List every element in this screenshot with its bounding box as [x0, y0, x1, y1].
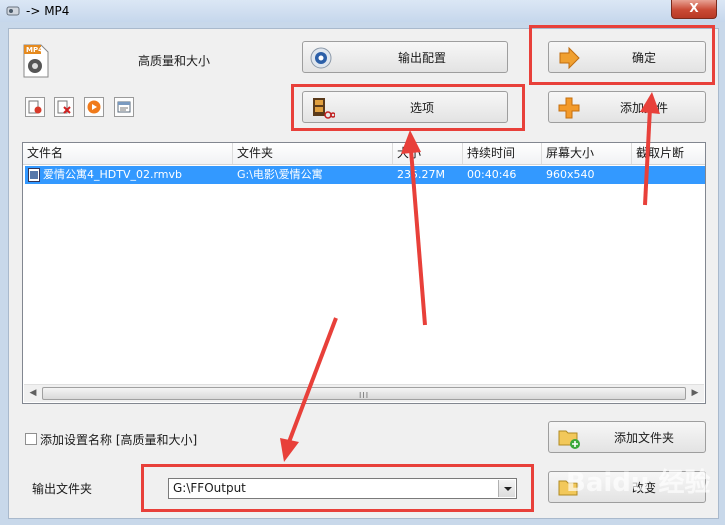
output-folder-value: G:\FFOutput — [173, 481, 246, 495]
add-file-button[interactable]: 添加文件 — [548, 91, 706, 123]
file-list[interactable]: 文件名 文件夹 大小 持续时间 屏幕大小 截取片断 爱情公寓4_HDTV_02.… — [22, 142, 706, 404]
cell-clip — [636, 166, 704, 184]
svg-text:MP4: MP4 — [26, 46, 43, 54]
output-folder-label: 输出文件夹 — [32, 482, 93, 496]
ok-button[interactable]: 确定 — [548, 41, 706, 73]
scrollbar-thumb[interactable]: III — [42, 387, 686, 400]
clear-doc-icon — [28, 100, 42, 114]
plus-icon — [558, 97, 580, 119]
file-list-header: 文件名 文件夹 大小 持续时间 屏幕大小 截取片断 — [23, 143, 705, 165]
info-window-icon — [117, 101, 131, 113]
add-folder-icon — [558, 430, 580, 449]
cell-folder: G:\电影\爱情公寓 — [237, 168, 323, 181]
output-config-button[interactable]: 输出配置 — [302, 41, 508, 73]
app-icon — [6, 6, 20, 16]
scroll-left-icon[interactable]: ◀ — [26, 387, 40, 400]
table-row[interactable]: 爱情公寓4_HDTV_02.rmvb G:\电影\爱情公寓 235.27M 00… — [25, 166, 705, 184]
gear-icon — [310, 47, 332, 69]
film-scissors-icon — [313, 98, 335, 119]
column-header-screen-size[interactable]: 屏幕大小 — [542, 143, 632, 164]
window-title: -> MP4 — [26, 4, 70, 18]
horizontal-scrollbar[interactable]: ◀ III ▶ — [24, 384, 704, 402]
play-icon — [87, 100, 101, 114]
scroll-right-icon[interactable]: ▶ — [688, 387, 702, 400]
options-button[interactable]: 选项 — [302, 91, 508, 123]
remove-doc-icon — [57, 100, 71, 114]
add-folder-button[interactable]: 添加文件夹 — [548, 421, 706, 453]
column-header-clip[interactable]: 截取片断 — [632, 143, 705, 164]
cell-size: 235.27M — [397, 168, 445, 181]
video-file-icon — [28, 168, 40, 182]
mp4-preset-icon: MP4 — [23, 44, 49, 78]
scroll-grip: III — [359, 391, 370, 400]
close-button[interactable]: X — [671, 0, 717, 19]
remove-file-button[interactable] — [54, 97, 74, 117]
chevron-down-icon[interactable] — [498, 480, 515, 497]
clear-list-button[interactable] — [25, 97, 45, 117]
cell-screen-size: 960x540 — [546, 168, 595, 181]
preset-label: 高质量和大小 — [138, 54, 211, 68]
output-folder-dropdown[interactable]: G:\FFOutput — [168, 478, 517, 499]
column-header-duration[interactable]: 持续时间 — [463, 143, 542, 164]
arrow-right-icon — [559, 46, 580, 70]
add-preset-name-checkbox[interactable] — [25, 433, 37, 445]
column-header-folder[interactable]: 文件夹 — [233, 143, 393, 164]
add-preset-name-label: 添加设置名称 [高质量和大小] — [40, 433, 198, 447]
app-window: -> MP4 X MP4 高质量和大小 输出配置 确定 选项 添加文件 文件名 … — [0, 0, 725, 525]
watermark: Baidu 经验 — [566, 468, 711, 498]
cell-filename: 爱情公寓4_HDTV_02.rmvb — [43, 168, 183, 181]
column-header-size[interactable]: 大小 — [393, 143, 463, 164]
column-header-filename[interactable]: 文件名 — [23, 143, 233, 164]
cell-duration: 00:40:46 — [467, 168, 517, 181]
play-button[interactable] — [84, 97, 104, 117]
title-bar: -> MP4 X — [0, 0, 725, 22]
info-button[interactable] — [114, 97, 134, 117]
